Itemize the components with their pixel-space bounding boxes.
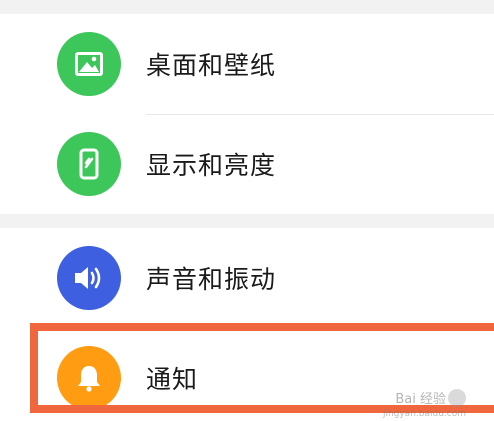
settings-item-sound-vibration[interactable]: 声音和振动 bbox=[0, 228, 494, 328]
settings-item-label: 显示和亮度 bbox=[146, 151, 277, 180]
section-separator-middle bbox=[0, 214, 494, 228]
settings-screen: 桌面和壁纸 显示和亮度 声音和振动 通知 Bai 经验 jingyan.baid… bbox=[0, 0, 494, 421]
paw-icon bbox=[448, 388, 466, 407]
section-separator-top bbox=[0, 0, 494, 14]
speaker-icon bbox=[57, 246, 121, 310]
settings-item-label: 声音和振动 bbox=[146, 265, 277, 294]
bell-icon bbox=[57, 346, 121, 410]
watermark-text: Bai 经验 bbox=[395, 392, 446, 407]
settings-item-label: 通知 bbox=[146, 365, 199, 394]
settings-item-notifications[interactable]: 通知 bbox=[0, 328, 494, 421]
watermark-subtext: jingyan.baidu.com bbox=[382, 409, 466, 419]
watermark: Bai 经验 bbox=[395, 388, 466, 407]
settings-item-desktop-wallpaper[interactable]: 桌面和壁纸 bbox=[0, 14, 494, 114]
phone-brightness-icon bbox=[57, 132, 121, 196]
image-icon bbox=[57, 32, 121, 96]
settings-item-display-brightness[interactable]: 显示和亮度 bbox=[0, 114, 494, 214]
settings-item-label: 桌面和壁纸 bbox=[146, 51, 277, 80]
